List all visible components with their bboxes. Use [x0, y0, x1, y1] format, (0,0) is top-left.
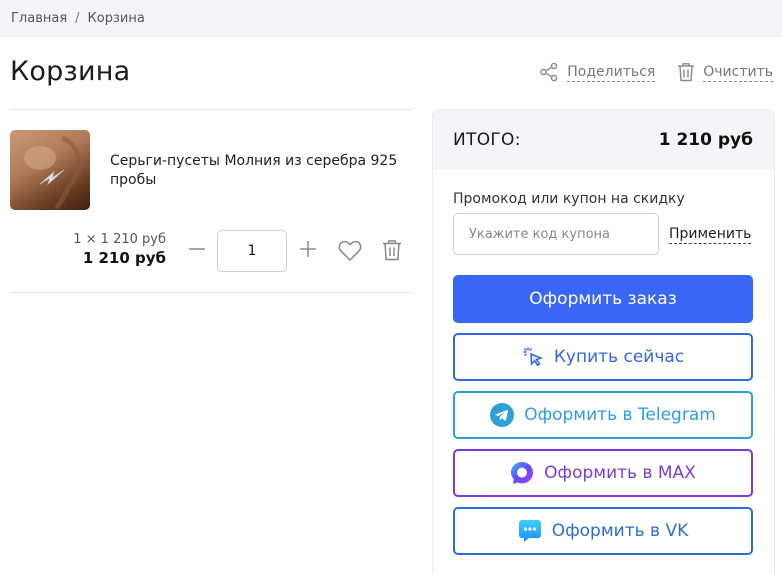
summary-header: ИТОГО: 1 210 руб — [433, 110, 774, 170]
quantity-input[interactable] — [217, 230, 287, 272]
checkout-button[interactable]: Оформить заказ — [453, 275, 753, 323]
breadcrumb-home-link[interactable]: Главная — [11, 11, 67, 26]
item-total-price: 1 210 руб — [82, 249, 166, 267]
checkout-button-label: Оформить заказ — [529, 289, 677, 309]
max-checkout-button[interactable]: Оформить в MAX — [453, 449, 753, 497]
share-label: Поделиться — [567, 63, 656, 82]
cursor-click-icon — [522, 346, 544, 368]
trash-icon[interactable] — [382, 239, 404, 263]
buy-now-button[interactable]: Купить сейчас — [453, 333, 753, 381]
clear-cart-button[interactable]: Очистить — [677, 62, 773, 82]
vk-icon — [518, 519, 542, 543]
divider — [10, 109, 413, 110]
breadcrumb-current: Корзина — [87, 11, 145, 26]
breadcrumb: Главная / Корзина — [0, 0, 782, 37]
summary-label: ИТОГО: — [453, 130, 521, 150]
order-summary: ИТОГО: 1 210 руб Промокод или купон на с… — [433, 110, 774, 574]
max-icon — [510, 461, 534, 485]
cart-actions: Поделиться Очистить — [539, 62, 773, 82]
product-name[interactable]: Серьги-пусеты Молния из серебра 925 проб… — [110, 152, 410, 190]
price-block: 1 × 1 210 руб 1 210 руб — [10, 232, 166, 268]
divider — [10, 292, 413, 293]
vk-checkout-button[interactable]: Оформить в VK — [453, 507, 753, 555]
trash-icon — [677, 62, 695, 82]
product-image[interactable] — [10, 130, 90, 210]
telegram-checkout-button[interactable]: Оформить в Telegram — [453, 391, 753, 439]
promo-label: Промокод или купон на скидку — [453, 191, 685, 207]
telegram-icon — [490, 403, 515, 427]
minus-icon — [188, 240, 206, 262]
page-title: Корзина — [10, 56, 131, 87]
vk-button-label: Оформить в VK — [551, 521, 689, 541]
coupon-input[interactable] — [453, 213, 659, 255]
plus-icon — [299, 240, 317, 262]
quantity-increase-button[interactable] — [297, 240, 319, 262]
telegram-button-label: Оформить в Telegram — [524, 405, 716, 425]
heart-icon[interactable] — [338, 240, 362, 262]
clear-label: Очистить — [703, 63, 773, 82]
breadcrumb-separator: / — [75, 11, 80, 26]
summary-total: 1 210 руб — [658, 130, 753, 150]
buy-now-label: Купить сейчас — [553, 347, 685, 367]
apply-coupon-button[interactable]: Применить — [669, 226, 752, 244]
unit-price: 1 × 1 210 руб — [73, 232, 166, 247]
max-button-label: Оформить в MAX — [544, 463, 696, 483]
share-button[interactable]: Поделиться — [539, 62, 656, 82]
quantity-decrease-button[interactable] — [186, 240, 208, 262]
share-icon — [539, 62, 559, 82]
